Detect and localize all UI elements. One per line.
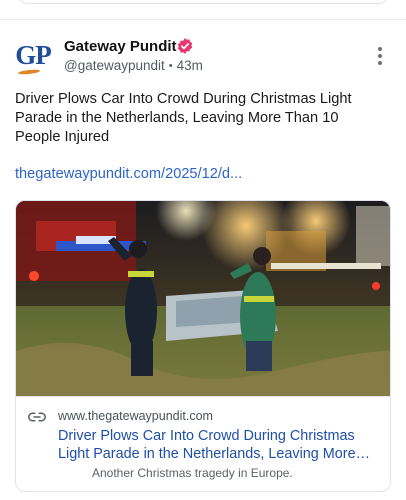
author-handle[interactable]: @gatewaypundit bbox=[64, 58, 165, 75]
previous-post-card-edge bbox=[16, 0, 390, 4]
more-vertical-icon-dot bbox=[378, 54, 382, 58]
link-domain: www.thegatewaypundit.com bbox=[58, 409, 213, 423]
more-options-button[interactable] bbox=[370, 44, 390, 68]
meta-separator: • bbox=[168, 60, 173, 72]
post-meta: @gatewaypundit • 43m bbox=[64, 58, 203, 75]
link-icon bbox=[28, 412, 46, 422]
link-title[interactable]: Driver Plows Car Into Crowd During Chris… bbox=[58, 427, 384, 463]
link-preview-footer[interactable]: www.thegatewaypundit.com Driver Plows Ca… bbox=[16, 396, 390, 491]
post[interactable]: GP Gateway Pundit @gatewaypundit • 43m D… bbox=[0, 20, 406, 500]
avatar-logo-text: GP bbox=[15, 40, 51, 70]
more-vertical-icon-dot bbox=[378, 61, 382, 65]
avatar[interactable]: GP bbox=[14, 42, 52, 76]
more-vertical-icon-dot bbox=[378, 47, 382, 51]
post-link[interactable]: thegatewaypundit.com/2025/12/d... bbox=[15, 166, 242, 182]
link-description: Another Christmas tragedy in Europe. bbox=[92, 466, 293, 480]
post-text: Driver Plows Car Into Crowd During Chris… bbox=[15, 91, 352, 145]
post-timestamp: 43m bbox=[176, 58, 203, 73]
author-name[interactable]: Gateway Pundit bbox=[64, 38, 177, 55]
verified-badge-icon bbox=[177, 38, 193, 54]
link-preview-image[interactable] bbox=[16, 201, 390, 396]
link-preview-card[interactable]: www.thegatewaypundit.com Driver Plows Ca… bbox=[15, 200, 391, 492]
